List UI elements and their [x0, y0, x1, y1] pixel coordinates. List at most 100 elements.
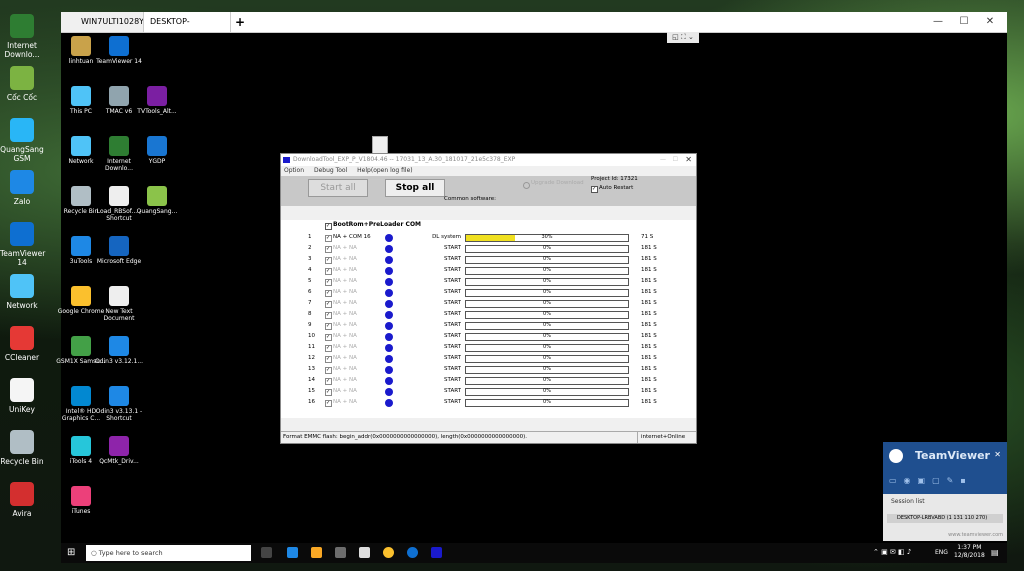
- unikey-icon: [10, 378, 34, 402]
- header-checkbox[interactable]: ✓: [325, 223, 332, 230]
- row-checkbox[interactable]: ✓: [325, 246, 332, 253]
- status-dot-icon: [385, 388, 393, 396]
- session-entry[interactable]: DESKTOP-LRBVABD (1 131 110 270): [887, 514, 1003, 523]
- start-all-button[interactable]: Start all: [308, 179, 368, 197]
- dl-maximize-button[interactable]: ☐: [673, 154, 678, 166]
- language-indicator[interactable]: ENG: [935, 549, 948, 556]
- search-box[interactable]: ○ Type here to search: [86, 545, 251, 561]
- remote-desktop-icon[interactable]: Odin3 v3.12.1...: [94, 336, 144, 365]
- row-status: START: [444, 355, 461, 361]
- host-desktop-icon[interactable]: Avira: [0, 482, 44, 518]
- progress-bar: 0%: [465, 355, 629, 363]
- port-row: 7 ✓ NA + NA START 0% 181 S: [281, 298, 696, 309]
- row-checkbox[interactable]: ✓: [325, 334, 332, 341]
- host-desktop-icon[interactable]: CCleaner: [0, 326, 44, 362]
- progress-percent: 0%: [543, 344, 551, 350]
- row-checkbox[interactable]: ✓: [325, 389, 332, 396]
- teamviewer-actions[interactable]: ▭◉▣▢✎▪: [889, 476, 1001, 486]
- teamviewer-footer[interactable]: www.teamviewer.com: [948, 532, 1003, 538]
- clock[interactable]: 1:37 PM 12/8/2018: [954, 544, 985, 560]
- row-checkbox[interactable]: ✓: [325, 301, 332, 308]
- notification-icon[interactable]: ▤: [991, 548, 999, 557]
- menu-option[interactable]: Option: [284, 167, 304, 174]
- remote-desktop-icon[interactable]: New Text Document: [94, 286, 144, 322]
- row-status: START: [444, 344, 461, 350]
- icon-label: Recycle Bin: [0, 457, 44, 466]
- host-desktop-icon[interactable]: Network: [0, 274, 44, 310]
- row-checkbox[interactable]: ✓: [325, 235, 332, 242]
- odin-icon: [109, 336, 129, 356]
- host-desktop-icon[interactable]: Internet Downlo...: [0, 14, 44, 59]
- task-view-icon[interactable]: [261, 547, 272, 558]
- row-checkbox[interactable]: ✓: [325, 367, 332, 374]
- host-desktop-icon[interactable]: QuangSang GSM: [0, 118, 44, 163]
- row-checkbox[interactable]: ✓: [325, 323, 332, 330]
- row-checkbox[interactable]: ✓: [325, 290, 332, 297]
- row-checkbox[interactable]: ✓: [325, 257, 332, 264]
- start-button[interactable]: ⊞: [67, 547, 75, 558]
- auto-restart-checkbox[interactable]: ✓: [591, 186, 598, 193]
- new-tab-button[interactable]: +: [229, 12, 251, 32]
- remote-desktop-icon[interactable]: TeamViewer 14: [94, 36, 144, 65]
- edge-taskbar-icon[interactable]: [287, 547, 298, 558]
- row-status: START: [444, 256, 461, 262]
- host-desktop-icon[interactable]: Cốc Cốc: [0, 66, 44, 102]
- row-time: 71 S: [641, 234, 654, 240]
- icon-label: QuangSang GSM: [0, 145, 44, 163]
- host-desktop-icon[interactable]: Recycle Bin: [0, 430, 44, 466]
- row-checkbox[interactable]: ✓: [325, 279, 332, 286]
- upgrade-download-label: Upgrade Download: [531, 180, 584, 186]
- zalo-icon: [10, 170, 34, 194]
- row-time: 181 S: [641, 399, 657, 405]
- remote-desktop-icon[interactable]: YGDP: [132, 136, 182, 165]
- teamviewer-taskbar-icon[interactable]: [407, 547, 418, 558]
- remote-desktop-icon[interactable]: TVTools_Alt...: [132, 86, 182, 115]
- dl-tool-taskbar-icon[interactable]: [431, 547, 442, 558]
- row-checkbox[interactable]: ✓: [325, 345, 332, 352]
- chrome-taskbar-icon[interactable]: [383, 547, 394, 558]
- dl-minimize-button[interactable]: —: [660, 154, 666, 166]
- file-explorer-icon[interactable]: [311, 547, 322, 558]
- mail-icon[interactable]: [359, 547, 370, 558]
- row-status: START: [444, 377, 461, 383]
- row-checkbox[interactable]: ✓: [325, 268, 332, 275]
- row-index: 8: [308, 311, 312, 317]
- close-button[interactable]: ✕: [977, 12, 1003, 32]
- store-icon[interactable]: [335, 547, 346, 558]
- idm-icon: [109, 136, 129, 156]
- progress-percent: 0%: [543, 267, 551, 273]
- teamviewer-title: TeamViewer: [915, 449, 990, 462]
- remote-desktop-icon[interactable]: iTunes: [56, 486, 106, 515]
- menu-help[interactable]: Help(open log file): [357, 167, 412, 174]
- progress-bar: 0%: [465, 267, 629, 275]
- progress-bar: 30%: [465, 234, 629, 242]
- minimize-button[interactable]: —: [925, 12, 951, 32]
- icon-label: iTunes: [71, 508, 91, 515]
- maximize-button[interactable]: ☐: [951, 12, 977, 32]
- dl-close-button[interactable]: ✕: [685, 154, 692, 166]
- port-row: 13 ✓ NA + NA START 0% 181 S: [281, 364, 696, 375]
- tab-win7ulti[interactable]: WIN7ULTI1028YJE: [61, 12, 155, 32]
- port-row: 9 ✓ NA + NA START 0% 181 S: [281, 320, 696, 331]
- row-checkbox[interactable]: ✓: [325, 312, 332, 319]
- upgrade-download-radio[interactable]: [523, 182, 530, 189]
- tab-desktop-qu8fsjv[interactable]: DESKTOP-QU8FSJV: [143, 12, 231, 46]
- host-desktop-icon[interactable]: Zalo: [0, 170, 44, 206]
- teamviewer-close-button[interactable]: ✕: [994, 450, 1001, 459]
- row-checkbox[interactable]: ✓: [325, 400, 332, 407]
- teamviewer-toolbar-handle[interactable]: ◱ ⛶ ⌄: [667, 32, 699, 43]
- progress-bar: 0%: [465, 366, 629, 374]
- odin-icon: [109, 386, 129, 406]
- row-checkbox[interactable]: ✓: [325, 378, 332, 385]
- ygdp-icon: [147, 136, 167, 156]
- remote-desktop-icon[interactable]: QcMtk_Driv...: [94, 436, 144, 465]
- row-checkbox[interactable]: ✓: [325, 356, 332, 363]
- stop-all-button[interactable]: Stop all: [385, 179, 445, 197]
- remote-desktop-icon[interactable]: Odin3 v3.13.1 - Shortcut: [94, 386, 144, 422]
- remote-desktop-icon[interactable]: QuangSang...: [132, 186, 182, 215]
- tray-icons[interactable]: ⌃ ▣ ✉ ◧ ♪: [873, 548, 911, 556]
- host-desktop-icon[interactable]: UniKey: [0, 378, 44, 414]
- host-desktop-icon[interactable]: TeamViewer 14: [0, 222, 45, 267]
- menu-debug-tool[interactable]: Debug Tool: [314, 167, 347, 174]
- remote-desktop-icon[interactable]: Microsoft Edge: [94, 236, 144, 265]
